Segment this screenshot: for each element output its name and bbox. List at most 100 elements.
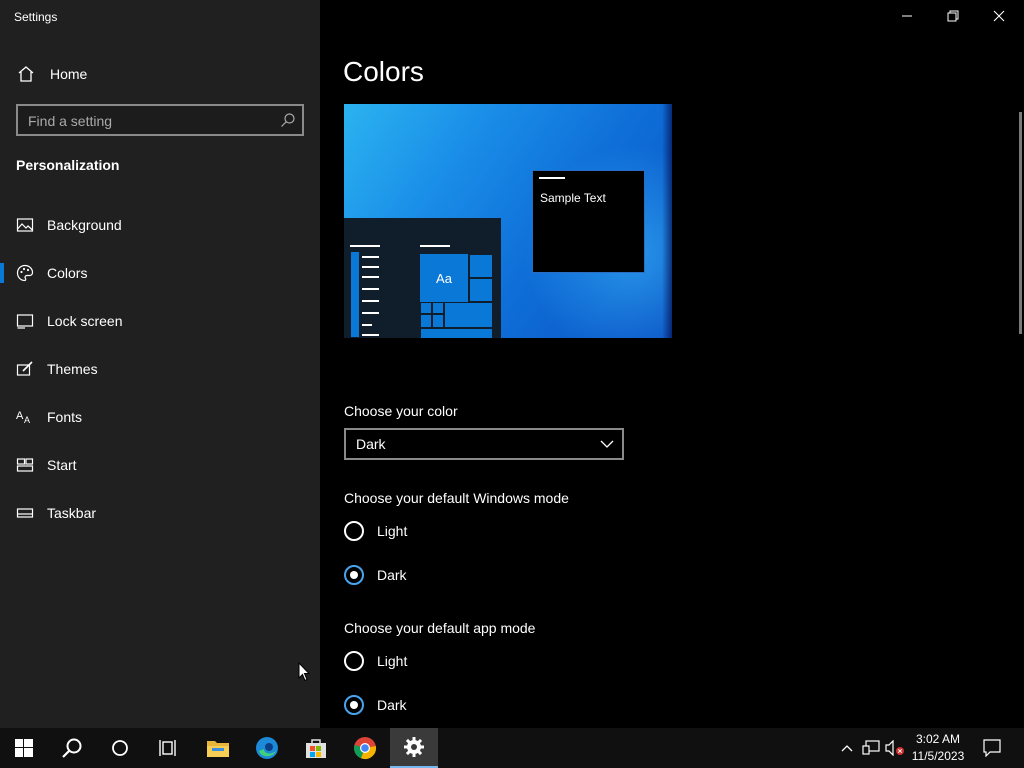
cortana-button[interactable] — [96, 728, 144, 768]
settings-icon — [404, 737, 424, 757]
sidebar: Settings Home Personalization Background… — [0, 0, 320, 728]
store-icon — [306, 739, 326, 758]
sidebar-item-label: Background — [47, 217, 122, 233]
scrollbar[interactable] — [1019, 112, 1022, 334]
sidebar-item-label: Lock screen — [47, 313, 123, 329]
app-mode-dark-radio[interactable]: Dark — [344, 694, 407, 716]
preview-tile — [444, 302, 493, 328]
preview-tile — [469, 278, 493, 302]
main-content: Colors Aa Sample Text Choose your color … — [320, 0, 1024, 728]
window-controls — [884, 0, 1024, 32]
show-hidden-icons-button[interactable] — [838, 728, 856, 768]
app-mode-light-radio[interactable]: Light — [344, 650, 407, 672]
color-preview: Aa Sample Text — [344, 104, 672, 338]
sidebar-item-lock-screen[interactable]: Lock screen — [0, 301, 320, 341]
preview-line — [362, 288, 379, 290]
clock[interactable]: 3:02 AM 11/5/2023 — [904, 731, 972, 765]
file-explorer-icon — [207, 741, 229, 757]
chrome-button[interactable] — [341, 728, 389, 768]
network-button[interactable] — [860, 728, 882, 768]
preview-tile — [350, 251, 360, 338]
sidebar-item-label: Fonts — [47, 409, 83, 425]
settings-button[interactable] — [390, 728, 438, 768]
chevron-down-icon — [600, 440, 614, 448]
sidebar-item-home[interactable]: Home — [16, 60, 306, 88]
radio-circle[interactable] — [344, 651, 364, 671]
close-button[interactable] — [976, 0, 1022, 32]
choose-color-label: Choose your color — [344, 403, 458, 419]
preview-sample-text: Sample Text — [540, 191, 606, 205]
windows-mode-label: Choose your default Windows mode — [344, 490, 569, 506]
sidebar-item-background[interactable]: Background — [0, 205, 320, 245]
search-icon — [62, 738, 82, 758]
search-box[interactable] — [16, 104, 304, 136]
radio-label: Light — [377, 653, 408, 669]
app-mode-label: Choose your default app mode — [344, 620, 536, 636]
windows-mode-light-radio[interactable]: Light — [344, 520, 407, 542]
restore-button[interactable] — [930, 0, 976, 32]
file-explorer-button[interactable] — [194, 728, 242, 768]
sidebar-item-fonts[interactable]: A A Fonts — [0, 397, 320, 437]
radio-label: Dark — [377, 697, 407, 713]
color-dropdown[interactable]: Dark — [344, 428, 624, 460]
preview-line — [350, 245, 380, 247]
network-icon — [862, 740, 880, 755]
sidebar-item-taskbar[interactable]: Taskbar — [0, 493, 320, 533]
preview-window: Sample Text — [532, 170, 645, 273]
clock-time: 3:02 AM — [915, 732, 961, 746]
task-view-icon — [159, 740, 176, 756]
radio-circle[interactable] — [344, 695, 364, 715]
start-button[interactable] — [0, 728, 48, 768]
sidebar-item-label: Colors — [47, 265, 88, 281]
search-input[interactable] — [28, 112, 278, 130]
close-icon — [993, 10, 1005, 22]
notification-icon — [983, 739, 1001, 757]
preview-line — [420, 245, 450, 247]
chrome-icon — [354, 737, 376, 760]
windows-mode-dark-radio[interactable]: Dark — [344, 564, 407, 586]
palette-icon — [16, 264, 34, 282]
sidebar-item-label: Home — [50, 66, 88, 82]
sidebar-item-themes[interactable]: Themes — [0, 349, 320, 389]
color-dropdown-value: Dark — [356, 436, 386, 452]
minimize-icon — [902, 15, 912, 17]
preview-tile — [420, 314, 432, 328]
preview-tile — [432, 302, 444, 314]
preview-line — [362, 312, 379, 314]
svg-text:A: A — [16, 410, 24, 422]
edge-icon — [256, 737, 278, 759]
action-center-button[interactable] — [978, 728, 1006, 768]
volume-button[interactable] — [884, 728, 906, 768]
page-title: Colors — [343, 56, 424, 87]
search-button[interactable] — [48, 728, 96, 768]
cortana-icon — [112, 740, 128, 756]
preview-tile-aa: Aa — [420, 254, 468, 302]
preview-line — [362, 300, 379, 302]
font-icon: A A — [16, 410, 30, 425]
sidebar-item-start[interactable]: Start — [0, 445, 320, 485]
preview-line — [362, 276, 379, 278]
section-title: Personalization — [16, 157, 120, 173]
radio-label: Dark — [377, 567, 407, 583]
preview-window-bar — [539, 177, 565, 179]
preview-start-menu: Aa — [344, 218, 501, 338]
store-button[interactable] — [292, 728, 340, 768]
preview-edge — [662, 104, 672, 338]
brush-icon — [16, 361, 33, 376]
preview-line — [362, 266, 379, 268]
volume-muted-icon — [885, 740, 904, 756]
sidebar-item-colors[interactable]: Colors — [0, 253, 320, 293]
radio-circle[interactable] — [344, 565, 364, 585]
edge-button[interactable] — [243, 728, 291, 768]
preview-line — [362, 256, 379, 258]
radio-circle[interactable] — [344, 521, 364, 541]
minimize-button[interactable] — [884, 0, 930, 32]
preview-tile — [420, 302, 432, 314]
windows-logo-icon — [15, 739, 33, 757]
restore-icon — [947, 10, 959, 22]
search-icon[interactable] — [280, 112, 296, 128]
task-view-button[interactable] — [144, 728, 192, 768]
radio-label: Light — [377, 523, 408, 539]
chevron-up-icon — [841, 745, 853, 752]
start-icon — [16, 458, 34, 472]
